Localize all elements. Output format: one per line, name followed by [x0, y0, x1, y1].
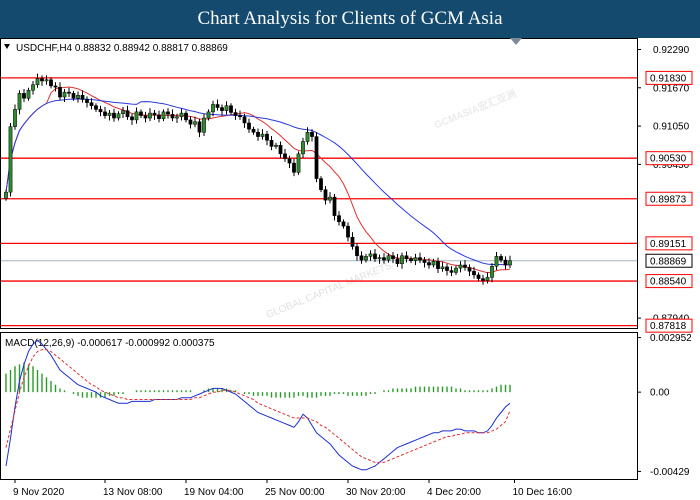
price-tick-label: 0.91050 — [653, 122, 690, 133]
time-axis: 9 Nov 2020 13 Nov 08:00 19 Nov 04:00 25 Nov… — [13, 479, 572, 498]
candle — [319, 176, 323, 193]
macd-tick-label: 0.00 — [650, 388, 670, 399]
macd-panel-frame — [0, 332, 638, 480]
level-label: 0.88540 — [650, 277, 687, 288]
macd-panel: MACD(12,26,9) -0.000617 -0.000992 0.0003… — [0, 332, 692, 480]
current-price-label: 0.88869 — [650, 256, 687, 267]
price-tick-label: 0.92290 — [653, 45, 690, 56]
price-axis: 0.922900.916700.910500.904300.879400.918… — [637, 45, 693, 333]
time-tick-label: 30 Nov 20:00 — [346, 487, 406, 498]
time-tick-label: 10 Dec 16:00 — [513, 487, 573, 498]
time-tick-label: 13 Nov 08:00 — [103, 487, 163, 498]
price-tick-label: 0.91670 — [653, 83, 690, 94]
level-label: 0.89873 — [650, 194, 687, 205]
level-label: 0.90530 — [650, 154, 687, 165]
macd-tick-label: 0.002952 — [650, 333, 692, 344]
time-tick-label: 9 Nov 2020 — [13, 487, 65, 498]
candle — [296, 151, 301, 175]
level-label: 0.89151 — [650, 239, 687, 250]
macd-axis: 0.002952 0.00 -0.00429 — [637, 333, 692, 478]
macd-tick-label: -0.00429 — [650, 467, 690, 478]
candle — [8, 122, 13, 197]
time-tick-label: 25 Nov 00:00 — [265, 487, 325, 498]
candle — [314, 132, 319, 183]
chart-canvas[interactable]: GCMASIA宏汇亚洲 GLOBAL CAPITAL MARKETS 0.922… — [0, 38, 700, 500]
level-label: 0.91830 — [650, 73, 687, 84]
chart-banner-title: Chart Analysis for Clients of GCM Asia — [0, 0, 700, 38]
price-panel-header: USDCHF,H4 0.88832 0.88942 0.88817 0.8886… — [16, 43, 228, 54]
price-panel-frame — [0, 38, 638, 329]
price-panel: GCMASIA宏汇亚洲 GLOBAL CAPITAL MARKETS 0.922… — [0, 38, 693, 333]
time-tick-label: 4 Dec 20:00 — [427, 487, 481, 498]
time-tick-label: 19 Nov 04:00 — [184, 487, 244, 498]
level-label: 0.87818 — [650, 321, 687, 332]
macd-panel-header: MACD(12,26,9) -0.000617 -0.000992 0.0003… — [5, 338, 215, 349]
